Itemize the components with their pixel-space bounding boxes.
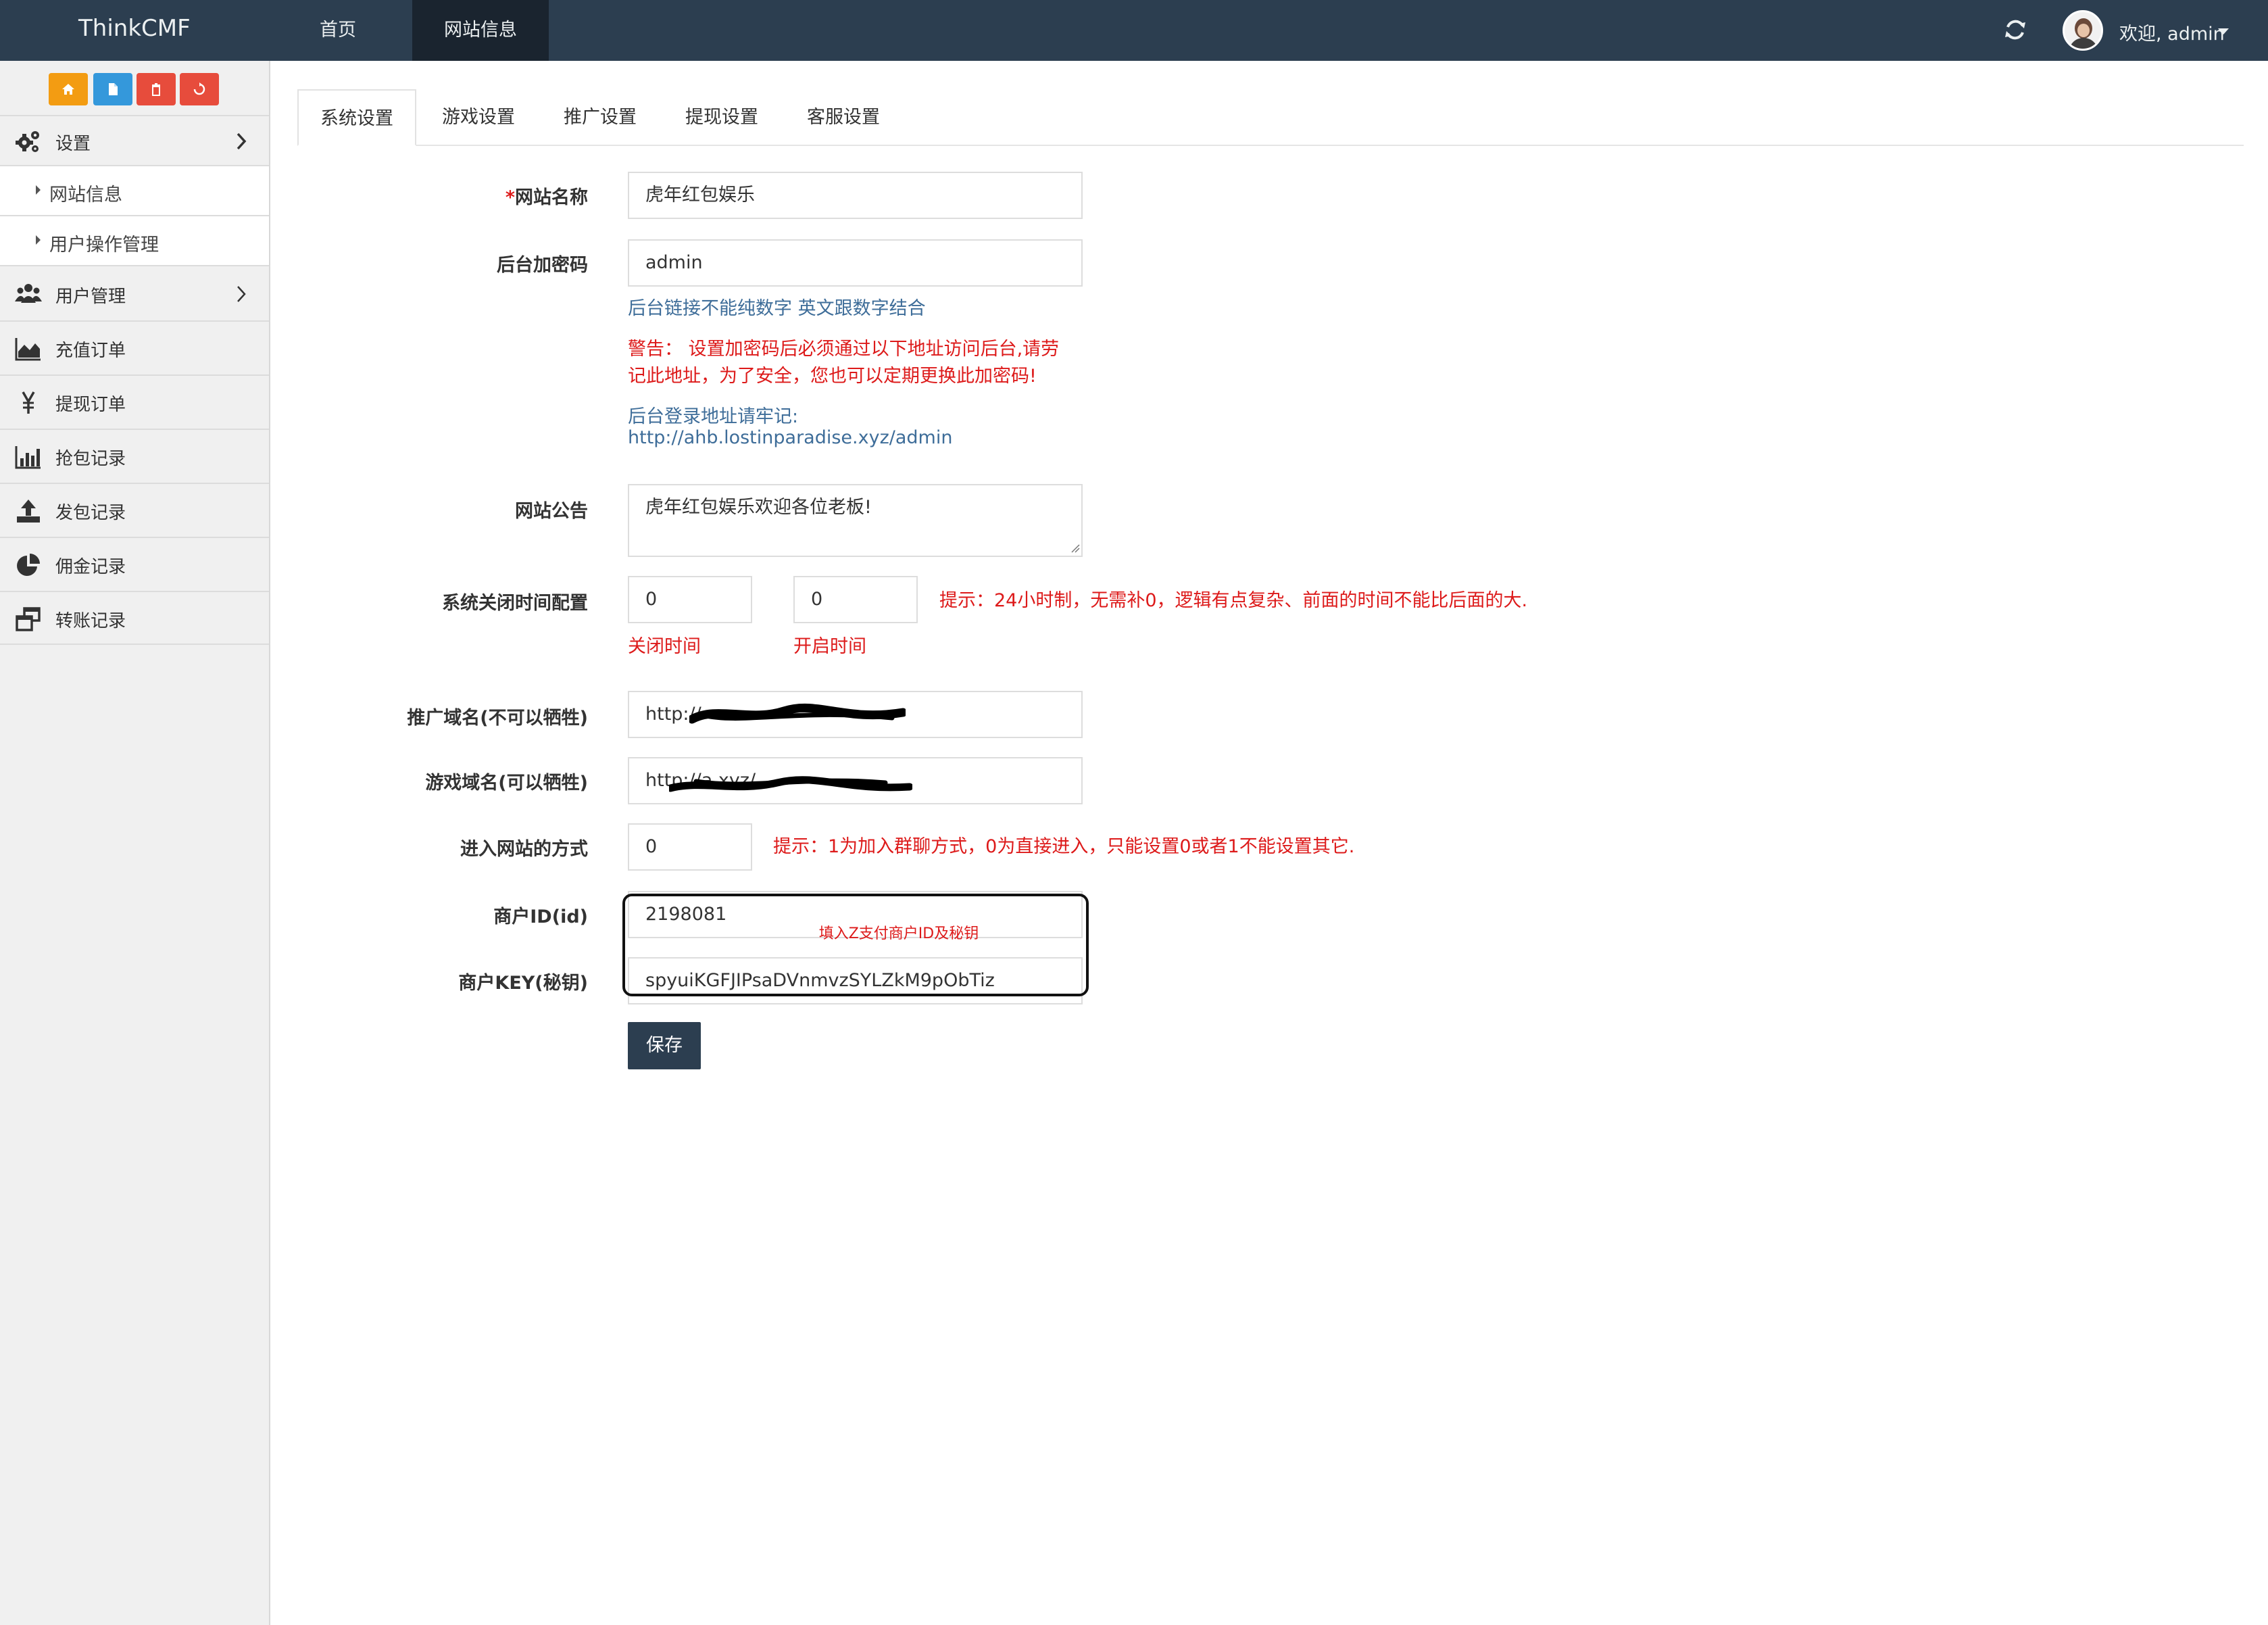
admin-password-warning-2: 记此地址，为了安全，您也可以定期更换此加密码! — [628, 366, 1037, 387]
recycle-icon — [193, 82, 205, 95]
notice-textarea[interactable]: 虎年红包娱乐欢迎各位老板! — [628, 484, 1083, 557]
sidebar-item-label: 提现订单 — [55, 395, 126, 415]
redaction-scribble — [669, 776, 912, 792]
sidebar-item-grab-records[interactable]: 抢包记录 — [0, 429, 269, 483]
admin-password-warning-1: 警告： 设置加密码后必须通过以下地址访问后台,请劳 — [628, 339, 1060, 360]
sidebar-item-commission-records[interactable]: 佣金记录 — [0, 537, 269, 591]
sidebar-item-label: 用户管理 — [55, 287, 126, 307]
save-button[interactable]: 保存 — [628, 1022, 701, 1069]
sidebar-item-label: 转账记录 — [55, 611, 126, 631]
admin-password-help: 后台链接不能纯数字 英文跟数字结合 — [628, 298, 926, 319]
admin-password-input[interactable]: admin — [628, 239, 1083, 287]
pie-chart-icon — [17, 554, 40, 576]
game-domain-label: 游戏域名(可以牺牲) — [425, 773, 588, 794]
sidebar-item-label: 充值订单 — [55, 341, 126, 361]
sidebar-subitem-label: 网站信息 — [49, 185, 122, 205]
open-time-input[interactable]: 0 — [793, 576, 918, 623]
sidebar-item-label: 设置 — [55, 134, 91, 154]
file-icon — [109, 83, 118, 95]
close-time-input[interactable]: 0 — [628, 576, 752, 623]
users-icon — [15, 284, 42, 303]
shortcut-home-button[interactable] — [49, 73, 88, 105]
shortcut-recycle-button[interactable] — [180, 73, 219, 105]
avatar[interactable] — [2063, 10, 2103, 51]
admin-login-hint: 后台登录地址请牢记: — [628, 406, 799, 427]
sidebar-item-settings[interactable]: 设置 — [0, 115, 269, 165]
refresh-icon[interactable] — [2002, 16, 2029, 43]
brand-logo[interactable]: ThinkCMF — [78, 15, 191, 42]
tab-service-settings[interactable]: 客服设置 — [791, 89, 896, 146]
chevron-right-icon — [237, 286, 246, 302]
open-time-caption: 开启时间 — [793, 636, 866, 657]
sidebar-item-label: 发包记录 — [55, 503, 126, 523]
sidebar-item-recharge-orders[interactable]: 充值订单 — [0, 320, 269, 374]
sidebar-subitem-site-info[interactable]: 网站信息 — [0, 165, 269, 215]
trash-icon — [152, 83, 160, 96]
merchant-key-label: 商户KEY(秘钥) — [458, 973, 588, 994]
close-time-label: 系统关闭时间配置 — [442, 593, 588, 614]
windows-icon — [16, 607, 41, 631]
merchant-annotation: 填入Z支付商户ID及秘钥 — [818, 925, 979, 942]
site-name-label: *网站名称 — [505, 187, 588, 208]
merchant-id-label: 商户ID(id) — [493, 906, 588, 927]
annotation-outline — [622, 894, 1089, 996]
top-navbar: ThinkCMF 首页 网站信息 欢迎, admin — [0, 0, 2268, 61]
sidebar-item-label: 抢包记录 — [55, 449, 126, 469]
sidebar-subitem-label: 用户操作管理 — [49, 235, 159, 256]
caret-down-icon[interactable] — [2218, 28, 2229, 34]
redaction-scribble — [689, 703, 906, 724]
site-name-input[interactable]: 虎年红包娱乐 — [628, 172, 1083, 219]
upload-icon — [17, 500, 40, 523]
shortcut-trash-button[interactable] — [137, 73, 176, 105]
cogs-icon — [16, 131, 39, 152]
tab-withdraw-settings[interactable]: 提现设置 — [669, 89, 774, 146]
sidebar-item-send-records[interactable]: 发包记录 — [0, 483, 269, 537]
sidebar-item-users[interactable]: 用户管理 — [0, 265, 269, 320]
sidebar-item-transfer-records[interactable]: 转账记录 — [0, 591, 269, 645]
entry-mode-tip: 提示：1为加入群聊方式，0为直接进入，只能设置0或者1不能设置其它. — [773, 836, 1355, 857]
shortcut-file-button[interactable] — [93, 73, 132, 105]
caret-right-icon — [36, 185, 41, 195]
admin-password-label: 后台加密码 — [497, 255, 588, 276]
area-chart-icon — [15, 338, 41, 361]
sidebar: 设置 网站信息 用户操作管理 用户管理 充值订单 提现订单 抢包记录 发包记录 … — [0, 61, 270, 1625]
nav-tab-site-info[interactable]: 网站信息 — [412, 0, 549, 61]
resize-handle-icon[interactable] — [1070, 543, 1080, 553]
promo-domain-label: 推广域名(不可以牺牲) — [407, 708, 588, 729]
close-time-caption: 关闭时间 — [628, 636, 701, 657]
tab-system-settings[interactable]: 系统设置 — [297, 89, 416, 146]
admin-login-url: http://ahb.lostinparadise.xyz/admin — [628, 427, 953, 448]
tab-game-settings[interactable]: 游戏设置 — [426, 89, 531, 146]
home-icon — [62, 84, 74, 95]
sidebar-item-label: 佣金记录 — [55, 557, 126, 577]
sidebar-item-withdraw-orders[interactable]: 提现订单 — [0, 374, 269, 429]
sidebar-subitem-user-ops[interactable]: 用户操作管理 — [0, 215, 269, 265]
entry-mode-input[interactable]: 0 — [628, 823, 752, 871]
close-time-tip: 提示：24小时制，无需补0，逻辑有点复杂、前面的时间不能比后面的大. — [939, 590, 1528, 611]
yen-icon — [22, 391, 35, 414]
tab-promo-settings[interactable]: 推广设置 — [547, 89, 653, 146]
caret-right-icon — [36, 235, 41, 245]
notice-label: 网站公告 — [515, 501, 588, 522]
bar-chart-icon — [15, 446, 41, 469]
chevron-right-icon — [237, 132, 247, 150]
user-greeting[interactable]: 欢迎, admin — [2119, 19, 2225, 45]
entry-mode-label: 进入网站的方式 — [460, 839, 588, 860]
nav-tab-home[interactable]: 首页 — [297, 0, 378, 61]
